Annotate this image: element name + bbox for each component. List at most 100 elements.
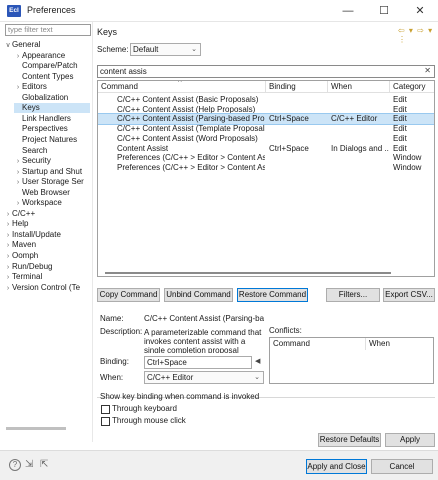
table-row[interactable]: Content Assist Ctrl+Space In Dialogs and .… <box>98 144 434 154</box>
keys-table: Command ^ Binding When Category C/C++ Con… <box>97 80 435 277</box>
tree-item-label: Perspectives <box>22 124 68 134</box>
collapsed-chevron-icon[interactable]: › <box>4 210 12 219</box>
table-row[interactable]: C/C++ Content Assist (Basic Proposals) Ed… <box>98 95 434 105</box>
table-cell: Content Assist <box>117 143 169 153</box>
filter-input[interactable]: type filter text <box>5 24 91 36</box>
tree-item[interactable]: Search <box>14 146 90 156</box>
tree-item[interactable]: › Run/Debug <box>4 262 90 272</box>
binding-input[interactable]: Ctrl+Space <box>144 356 252 369</box>
close-button[interactable]: ✕ <box>402 0 438 22</box>
collapsed-chevron-icon[interactable]: › <box>4 241 12 250</box>
tree-item[interactable]: › Editors <box>14 82 90 92</box>
tree-item[interactable]: › Appearance <box>14 51 90 61</box>
table-cell <box>269 105 327 115</box>
collapsed-chevron-icon[interactable]: › <box>4 252 12 261</box>
tree-horizontal-scrollbar[interactable] <box>6 427 66 430</box>
help-icon[interactable]: ? <box>9 459 21 471</box>
table-cell: Edit <box>393 143 407 153</box>
command-search-input[interactable]: content assis ✕ <box>97 65 435 78</box>
table-cell <box>269 163 327 173</box>
collapsed-chevron-icon[interactable]: › <box>14 168 22 177</box>
tree-item-label: Search <box>22 145 48 155</box>
tree-item-label: Help <box>12 219 29 229</box>
conflicts-header-command[interactable]: Command <box>270 338 366 350</box>
page-title: Keys <box>97 27 118 37</box>
column-header-binding[interactable]: Binding <box>266 81 328 93</box>
table-row[interactable]: C/C++ Content Assist (Parsing-based Prop… <box>98 113 434 126</box>
collapsed-chevron-icon[interactable]: › <box>4 273 12 282</box>
tree-item[interactable]: › Install/Update <box>4 230 90 240</box>
tree-item[interactable]: › Security <box>14 156 90 166</box>
export-icon[interactable]: ⇱ <box>40 459 48 470</box>
tree-item-label: Startup and Shut <box>22 166 83 176</box>
tree-item[interactable]: › Startup and Shut <box>14 167 90 177</box>
table-row[interactable]: Preferences (C/C++ > Editor > Content As… <box>98 153 434 163</box>
tree-item[interactable]: Perspectives <box>14 124 90 134</box>
collapsed-chevron-icon[interactable]: › <box>4 263 12 272</box>
when-select[interactable]: C/C++ Editor ⌄ <box>144 371 264 384</box>
restore-defaults-button[interactable]: Restore Defaults <box>318 433 381 447</box>
apply-button[interactable]: Apply <box>385 433 435 447</box>
tree-item-label: General <box>12 40 41 49</box>
maximize-button[interactable]: ☐ <box>366 0 402 22</box>
tree-item[interactable]: Keys <box>14 103 90 114</box>
clear-search-icon[interactable]: ✕ <box>424 65 431 76</box>
filters-button[interactable]: Filters... <box>326 288 380 302</box>
tree-item-label: Security <box>22 156 51 166</box>
tree-item[interactable]: Globalization <box>14 93 90 103</box>
table-cell: Window <box>393 162 422 172</box>
copy-command-button[interactable]: Copy Command <box>97 288 160 302</box>
table-row[interactable]: C/C++ Content Assist (Word Proposals) Edi… <box>98 134 434 144</box>
export-csv-button[interactable]: Export CSV... <box>383 288 435 302</box>
tree-item[interactable]: › C/C++ <box>4 209 90 219</box>
import-icon[interactable]: ⇲ <box>25 459 33 470</box>
tree-item[interactable]: Compare/Patch <box>14 61 90 71</box>
table-row[interactable]: Preferences (C/C++ > Editor > Content As… <box>98 163 434 173</box>
through-keyboard-label[interactable]: Through keyboard <box>112 403 177 415</box>
conflicts-header-when[interactable]: When <box>366 338 433 350</box>
collapsed-chevron-icon[interactable]: › <box>14 199 22 208</box>
tree-item[interactable]: › User Storage Ser <box>14 177 90 187</box>
tree-item[interactable]: › Help <box>4 219 90 229</box>
through-mouse-checkbox[interactable] <box>101 417 110 426</box>
through-keyboard-checkbox[interactable] <box>101 405 110 414</box>
table-row[interactable]: C/C++ Content Assist (Template Proposals… <box>98 124 434 134</box>
table-cell <box>331 153 389 163</box>
tree-item[interactable]: Web Browser <box>14 188 90 198</box>
collapsed-chevron-icon[interactable]: › <box>4 231 12 240</box>
name-label: Name: <box>100 314 124 323</box>
column-header-category[interactable]: Category <box>390 81 434 93</box>
collapsed-chevron-icon[interactable]: › <box>4 284 12 293</box>
tree-item[interactable]: › Maven <box>4 240 90 250</box>
column-header-command[interactable]: Command ^ <box>98 81 266 93</box>
scheme-select[interactable]: Default ⌄ <box>130 43 201 56</box>
binding-menu-arrow-icon[interactable]: ◀ <box>255 356 260 368</box>
column-header-when[interactable]: When <box>328 81 390 93</box>
tree-item[interactable]: › Workspace <box>14 198 90 208</box>
restore-command-button[interactable]: Restore Command <box>237 288 308 302</box>
cancel-button[interactable]: Cancel <box>371 459 433 474</box>
tree-item[interactable]: ∨General <box>4 40 90 50</box>
tree-item[interactable]: › Terminal <box>4 272 90 282</box>
table-horizontal-scrollbar[interactable] <box>105 272 391 274</box>
pane-sash[interactable] <box>92 22 93 442</box>
tree-item[interactable]: Content Types <box>14 72 90 82</box>
table-cell: In Dialogs and ... <box>331 143 389 153</box>
unbind-command-button[interactable]: Unbind Command <box>164 288 233 302</box>
collapsed-chevron-icon[interactable]: › <box>4 220 12 229</box>
through-mouse-label[interactable]: Through mouse click <box>112 415 186 427</box>
minimize-button[interactable]: — <box>330 0 366 22</box>
collapsed-chevron-icon[interactable]: › <box>14 157 22 166</box>
expanded-chevron-icon[interactable]: ∨ <box>4 41 12 50</box>
history-nav-icons[interactable]: ⇦ ▾ ⇨ ▾ ⋮ <box>398 26 438 44</box>
collapsed-chevron-icon[interactable]: › <box>14 178 22 187</box>
tree-item[interactable]: Link Handlers <box>14 114 90 124</box>
tree-item[interactable]: Project Natures <box>14 135 90 145</box>
collapsed-chevron-icon[interactable]: › <box>14 83 22 92</box>
tree-item[interactable]: › Version Control (Te <box>4 283 90 293</box>
apply-and-close-button[interactable]: Apply and Close <box>306 459 367 474</box>
tree-item[interactable]: › Oomph <box>4 251 90 261</box>
table-row[interactable]: C/C++ Content Assist (Help Proposals) Edi… <box>98 105 434 115</box>
description-label: Description: <box>100 327 143 336</box>
collapsed-chevron-icon[interactable]: › <box>14 52 22 61</box>
